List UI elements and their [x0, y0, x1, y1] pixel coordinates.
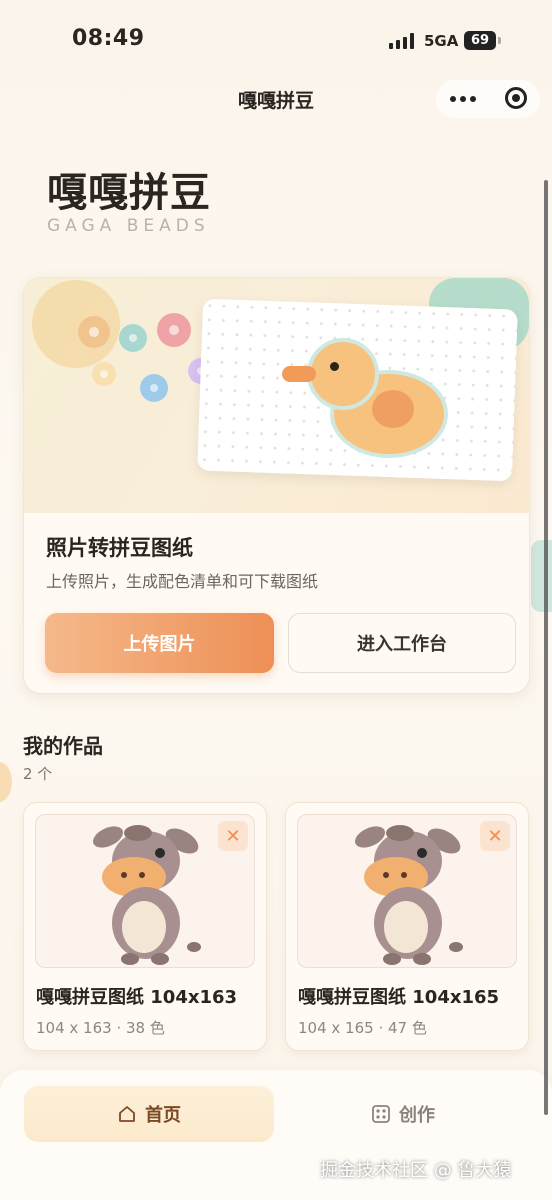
card-title: 照片转拼豆图纸: [46, 536, 193, 560]
close-miniprogram-icon[interactable]: [505, 87, 527, 109]
battery-tip: [498, 37, 501, 44]
tab-create-label: 创作: [399, 1105, 435, 1126]
hero-illustration: [24, 278, 529, 513]
duck-head: [307, 338, 379, 410]
signal-icon: [389, 33, 414, 49]
bead-icon: [92, 362, 116, 386]
bead-icon: [140, 374, 168, 402]
tab-home[interactable]: 首页: [24, 1086, 274, 1142]
brand-title: 嘎嘎拼豆: [47, 170, 211, 216]
scrollbar[interactable]: [544, 180, 548, 1115]
network-type: 5GA: [424, 32, 459, 50]
card-description: 上传照片，生成配色清单和可下载图纸: [46, 572, 319, 591]
upload-image-button[interactable]: 上传图片: [45, 613, 274, 673]
duck-eye: [330, 362, 339, 371]
donkey-image: [355, 825, 463, 965]
work-name: 嘎嘎拼豆图纸 104x165: [298, 987, 500, 1008]
duck-wing: [372, 390, 414, 428]
home-icon: [119, 1106, 135, 1122]
enter-workbench-button[interactable]: 进入工作台: [288, 613, 516, 673]
more-icon[interactable]: [448, 80, 478, 118]
watermark: 掘金技术社区 @ 鲁大猿: [320, 1160, 512, 1181]
grid-icon: [372, 1105, 390, 1123]
work-meta: 104 x 163 · 38 色: [36, 1019, 165, 1037]
photo-to-pattern-card: 照片转拼豆图纸 上传照片，生成配色清单和可下载图纸 上传图片 进入工作台: [23, 277, 530, 694]
tab-home-label: 首页: [145, 1105, 181, 1126]
section-title: 我的作品: [23, 734, 103, 758]
work-name: 嘎嘎拼豆图纸 104x163: [36, 987, 238, 1008]
delete-icon[interactable]: ✕: [480, 821, 510, 851]
works-count: 2 个: [23, 765, 53, 783]
bead-icon: [78, 316, 110, 348]
tab-create[interactable]: 创作: [278, 1086, 528, 1142]
status-time: 08:49: [72, 26, 145, 51]
bead-icon: [119, 324, 147, 352]
brand-subtitle: GAGA BEADS: [47, 216, 210, 236]
duck-beak: [282, 366, 316, 382]
bead-icon: [157, 313, 191, 347]
decorative-shape: [0, 762, 12, 802]
work-meta: 104 x 165 · 47 色: [298, 1019, 427, 1037]
work-card[interactable]: ✕ 嘎嘎拼豆图纸 104x165 104 x 165 · 47 色: [285, 802, 529, 1051]
delete-icon[interactable]: ✕: [218, 821, 248, 851]
work-card[interactable]: ✕ 嘎嘎拼豆图纸 104x163 104 x 163 · 38 色: [23, 802, 267, 1051]
donkey-image: [93, 825, 201, 965]
decorative-shape: [531, 540, 552, 612]
status-bar: 08:49 5GA 69: [0, 0, 552, 80]
battery-icon: 69: [464, 31, 496, 50]
